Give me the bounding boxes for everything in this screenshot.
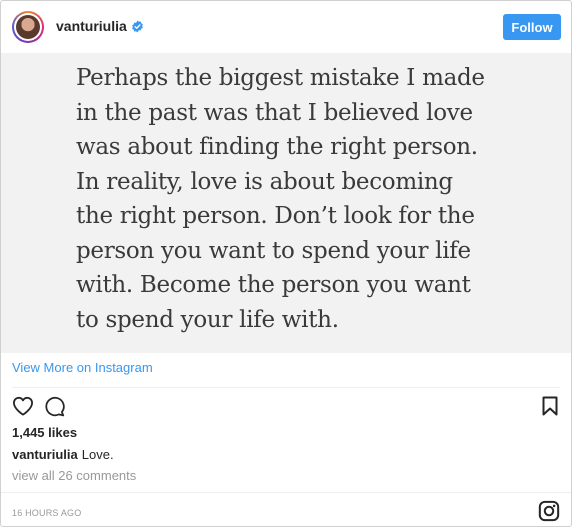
instagram-embed: vanturiulia Follow Perhaps the biggest m… [0,0,572,527]
username[interactable]: vanturiulia [56,18,127,34]
caption: vanturiulia Love. [12,447,114,462]
quote-text: Perhaps the biggest mistake I made in th… [76,65,485,333]
follow-button[interactable]: Follow [503,14,561,40]
divider [12,387,560,388]
heart-icon[interactable] [12,396,34,416]
verified-badge-icon [131,20,143,32]
post-image[interactable]: Perhaps the biggest mistake I made in th… [1,53,571,353]
username-row: vanturiulia [56,18,144,34]
likes-count[interactable]: 1,445 likes [12,425,77,440]
avatar[interactable] [12,11,44,43]
caption-username[interactable]: vanturiulia [12,447,78,462]
divider [1,492,571,493]
view-more-link[interactable]: View More on Instagram [12,360,153,375]
caption-text: Love. [81,447,114,462]
post-header: vanturiulia Follow [1,1,571,53]
instagram-logo-icon[interactable] [538,500,560,522]
comment-icon[interactable] [44,396,65,417]
view-comments-link[interactable]: view all 26 comments [12,468,136,483]
bookmark-icon[interactable] [542,396,558,416]
avatar-photo [16,15,40,39]
timestamp[interactable]: 16 HOURS AGO [12,508,81,518]
